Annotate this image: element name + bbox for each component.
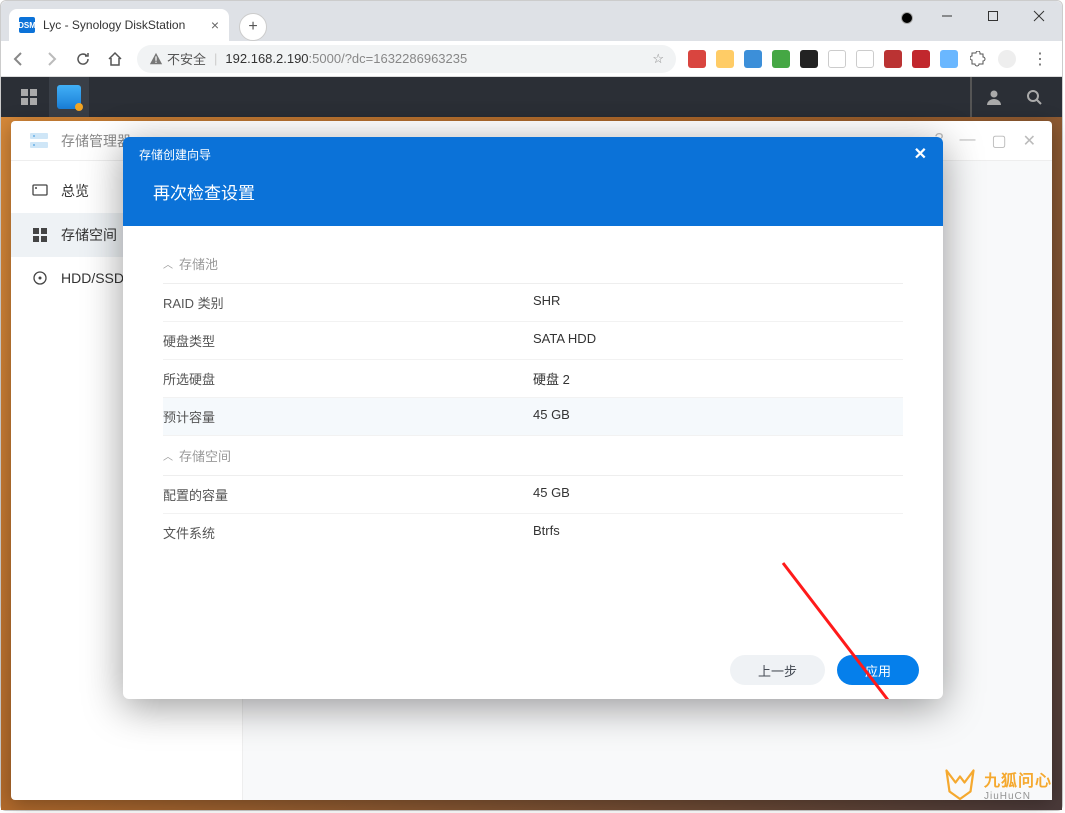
- address-url-host: 192.168.2.190: [225, 51, 308, 66]
- section-label: 存储池: [179, 254, 218, 273]
- extension-icon[interactable]: [744, 50, 762, 68]
- overview-icon: [31, 182, 49, 200]
- insecure-label: 不安全: [167, 49, 206, 68]
- sidebar-label: 存储空间: [61, 225, 117, 245]
- storage-icon: [31, 226, 49, 244]
- row-value: 硬盘 2: [533, 369, 570, 388]
- dsm-task-storage-manager[interactable]: [49, 77, 89, 117]
- storage-creation-wizard: 存储创建向导 ✕ 再次检查设置 ︿ 存储池 RAID 类别 SHR 硬盘类型 S…: [123, 137, 943, 699]
- wizard-body: ︿ 存储池 RAID 类别 SHR 硬盘类型 SATA HDD 所选硬盘 硬盘 …: [123, 226, 943, 641]
- table-row: 所选硬盘 硬盘 2: [163, 360, 903, 398]
- row-value: SHR: [533, 293, 560, 312]
- window-close-icon[interactable]: ✕: [1023, 131, 1036, 151]
- extension-abp-icon[interactable]: [912, 50, 930, 68]
- hdd-icon: [31, 269, 49, 287]
- back-button[interactable]: 上一步: [730, 655, 825, 685]
- wizard-header: 存储创建向导 ✕ 再次检查设置: [123, 137, 943, 226]
- extension-icon[interactable]: [716, 50, 734, 68]
- row-key: RAID 类别: [163, 293, 533, 312]
- storage-manager-icon: [57, 85, 81, 109]
- chevron-up-icon: ︿: [163, 448, 173, 463]
- row-value: 45 GB: [533, 485, 570, 504]
- extension-icon[interactable]: [688, 50, 706, 68]
- window-close-icon[interactable]: [1016, 1, 1062, 31]
- sidebar-label: HDD/SSD: [61, 270, 124, 286]
- wizard-title: 存储创建向导: [139, 146, 211, 163]
- watermark: 九狐问心 JiuHuCN: [942, 766, 1052, 802]
- chevron-up-icon: ︿: [163, 256, 173, 271]
- tab-favicon-icon: DSM: [19, 17, 35, 33]
- extensions-puzzle-icon[interactable]: [968, 49, 988, 69]
- address-url-path: :5000/?dc=1632286963235: [309, 51, 468, 66]
- dsm-desktop: 存储管理器 ? — ▢ ✕ 总览 存储空间: [1, 77, 1062, 810]
- extension-icon[interactable]: [800, 50, 818, 68]
- profile-avatar-icon[interactable]: [998, 50, 1016, 68]
- dsm-apps-button[interactable]: [9, 77, 49, 117]
- dsm-user-button[interactable]: [974, 77, 1014, 117]
- extensions-row: ⋮: [688, 49, 1054, 69]
- tab-title: Lyc - Synology DiskStation: [43, 18, 185, 32]
- wizard-close-icon[interactable]: ✕: [914, 144, 927, 164]
- browser-menu-icon[interactable]: ⋮: [1026, 49, 1054, 69]
- watermark-fox-icon: [942, 766, 978, 802]
- window-maximize-icon[interactable]: [970, 1, 1016, 31]
- extension-icon[interactable]: [940, 50, 958, 68]
- extension-icon[interactable]: [828, 50, 846, 68]
- dsm-search-button[interactable]: [1014, 77, 1054, 117]
- wizard-subtitle: 再次检查设置: [123, 171, 943, 226]
- row-value: 45 GB: [533, 407, 570, 426]
- table-row: 硬盘类型 SATA HDD: [163, 322, 903, 360]
- address-bar[interactable]: 不安全 | 192.168.2.190:5000/?dc=16322869632…: [137, 45, 676, 73]
- dsm-taskbar: [1, 77, 1062, 117]
- section-label: 存储空间: [179, 446, 231, 465]
- nav-reload-icon[interactable]: [73, 49, 93, 69]
- row-key: 硬盘类型: [163, 331, 533, 350]
- sidebar-label: 总览: [61, 181, 89, 201]
- insecure-warning: 不安全: [149, 49, 206, 68]
- row-key: 预计容量: [163, 407, 533, 426]
- wizard-footer: 上一步 应用: [123, 641, 943, 699]
- window-minimize-icon[interactable]: —: [959, 131, 975, 151]
- window-maximize-icon[interactable]: ▢: [991, 131, 1006, 151]
- row-key: 文件系统: [163, 523, 533, 542]
- extension-icon[interactable]: [772, 50, 790, 68]
- row-value: SATA HDD: [533, 331, 596, 350]
- nav-home-icon[interactable]: [105, 49, 125, 69]
- row-key: 配置的容量: [163, 485, 533, 504]
- table-row: 预计容量 45 GB: [163, 398, 903, 436]
- watermark-text: 九狐问心: [984, 767, 1052, 791]
- window-minimize-icon[interactable]: [924, 1, 970, 31]
- recording-indicator-icon: [902, 13, 912, 23]
- watermark-sub: JiuHuCN: [984, 791, 1052, 802]
- section-header-storage-pool[interactable]: ︿ 存储池: [163, 244, 903, 284]
- row-key: 所选硬盘: [163, 369, 533, 388]
- apply-button[interactable]: 应用: [837, 655, 919, 685]
- new-tab-button[interactable]: +: [239, 13, 267, 41]
- bookmark-star-icon[interactable]: ☆: [652, 51, 664, 67]
- browser-tab-active[interactable]: DSM Lyc - Synology DiskStation ×: [9, 9, 229, 41]
- table-row: 文件系统 Btrfs: [163, 514, 903, 551]
- row-value: Btrfs: [533, 523, 560, 542]
- storage-manager-title: 存储管理器: [61, 131, 131, 151]
- dsm-divider: [970, 77, 972, 117]
- warning-triangle-icon: [149, 52, 163, 66]
- browser-nav-bar: 不安全 | 192.168.2.190:5000/?dc=16322869632…: [1, 41, 1062, 77]
- table-row: 配置的容量 45 GB: [163, 476, 903, 514]
- nav-back-icon[interactable]: [9, 49, 29, 69]
- storage-manager-title-icon: [27, 129, 51, 153]
- table-row: RAID 类别 SHR: [163, 284, 903, 322]
- tab-close-icon[interactable]: ×: [211, 17, 219, 33]
- nav-forward-icon[interactable]: [41, 49, 61, 69]
- extension-icon[interactable]: [884, 50, 902, 68]
- extension-icon[interactable]: [856, 50, 874, 68]
- section-header-volume[interactable]: ︿ 存储空间: [163, 436, 903, 476]
